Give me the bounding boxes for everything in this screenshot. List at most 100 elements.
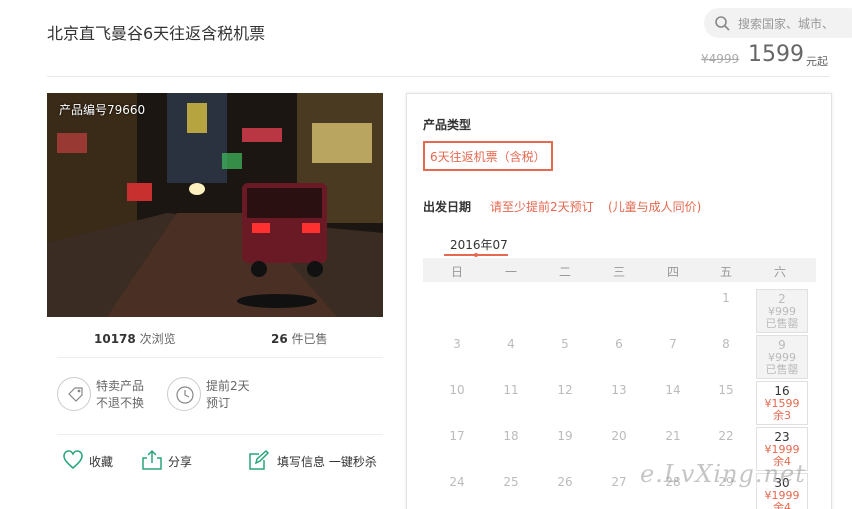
views-count: 10178	[94, 332, 136, 346]
current-price: 1599	[748, 42, 804, 67]
day-remark: 余4	[773, 501, 791, 509]
weekday-wed: 三	[612, 265, 625, 279]
product-type-option[interactable]: 6天往返机票（含税）	[423, 141, 553, 171]
calendar-day: 3	[431, 335, 483, 379]
calendar-day: 1	[700, 289, 752, 333]
feature-line: 提前2天	[206, 379, 250, 393]
day-number	[485, 289, 537, 291]
stats-row: 10178 次浏览 26 件已售	[47, 330, 383, 350]
day-number: 15	[718, 383, 734, 397]
day-number: 7	[669, 337, 677, 351]
day-number: 23	[774, 430, 790, 444]
calendar-day: 26	[539, 473, 591, 509]
weekday-mon: 一	[504, 265, 517, 279]
calendar-day: 8	[700, 335, 752, 379]
calendar-day: 4	[485, 335, 537, 379]
day-number: 25	[503, 475, 519, 489]
search-box[interactable]: 搜索国家、城市、	[704, 8, 852, 38]
calendar-day	[539, 289, 591, 333]
weekday-fri: 五	[719, 265, 732, 279]
calendar-day: 7	[647, 335, 699, 379]
day-number: 18	[503, 429, 519, 443]
day-number: 27	[611, 475, 627, 489]
day-number: 10	[449, 383, 465, 397]
day-remark: 已售罄	[765, 317, 799, 330]
calendar-day: 9 ¥999 已售罄	[756, 335, 808, 379]
day-number: 24	[449, 475, 465, 489]
calendar-day: 20	[593, 427, 645, 471]
calendar-day: 25	[485, 473, 537, 509]
weekday-sun: 日	[450, 265, 463, 279]
departure-date-label: 出发日期	[423, 200, 472, 214]
views-label: 次浏览	[139, 332, 176, 346]
calendar-day: 10	[431, 381, 483, 425]
calendar-day: 19	[539, 427, 591, 471]
day-number: 6	[615, 337, 623, 351]
search-input[interactable]: 搜索国家、城市、	[738, 15, 834, 32]
feature-line: 预订	[206, 396, 231, 410]
watermark: e.LvXing.net	[640, 460, 806, 488]
month-tab[interactable]: 2016年07	[450, 236, 508, 253]
child-price-note: (儿童与成人同价)	[608, 200, 702, 214]
day-number	[539, 289, 591, 291]
search-icon	[715, 16, 730, 31]
day-number: 13	[611, 383, 627, 397]
views-stat: 10178 次浏览	[94, 330, 176, 347]
tag-icon	[57, 377, 91, 411]
day-number: 8	[722, 337, 730, 351]
favorite-label: 收藏	[89, 455, 114, 469]
day-number: 22	[718, 429, 734, 443]
calendar-day: 18	[485, 427, 537, 471]
original-price: ¥4999	[701, 52, 740, 66]
calendar-day: 15	[700, 381, 752, 425]
weekday-header: 日 一 二 三 四 五 六	[423, 258, 816, 282]
calendar-day[interactable]: 16 ¥1599 余3	[756, 381, 808, 425]
day-number: 4	[507, 337, 515, 351]
booking-panel: 产品类型 6天往返机票（含税） 出发日期 请至少提前2天预订 (儿童与成人同价)…	[406, 93, 832, 509]
share-label: 分享	[168, 455, 193, 469]
day-number: 17	[449, 429, 465, 443]
day-number: 1	[722, 291, 730, 305]
day-number	[647, 289, 699, 291]
share-icon	[142, 449, 162, 470]
day-number: 19	[557, 429, 573, 443]
clock-icon	[167, 377, 201, 411]
calendar-day: 24	[431, 473, 483, 509]
page-title: 北京直飞曼谷6天往返含税机票	[47, 24, 266, 43]
calendar-day: 6	[593, 335, 645, 379]
day-number: 2	[778, 292, 786, 306]
day-remark: 余3	[773, 409, 791, 422]
day-number	[593, 289, 645, 291]
feature-line: 特卖产品	[96, 379, 145, 393]
day-number: 20	[611, 429, 627, 443]
feature-line: 不退不换	[96, 396, 145, 410]
calendar-day: 11	[485, 381, 537, 425]
day-number: 12	[557, 383, 573, 397]
day-number: 21	[665, 429, 681, 443]
sold-count: 26	[271, 332, 288, 346]
product-type-label: 产品类型	[423, 118, 472, 132]
weekday-thu: 四	[666, 265, 679, 279]
day-number: 26	[557, 475, 573, 489]
calendar-day: 13	[593, 381, 645, 425]
edit-icon	[249, 449, 270, 470]
calendar-day	[647, 289, 699, 333]
weekday-tue: 二	[558, 265, 571, 279]
calendar-day	[593, 289, 645, 333]
fill-info-label: 填写信息 一键秒杀	[277, 455, 377, 469]
day-number: 16	[774, 384, 790, 398]
calendar-day: 27	[593, 473, 645, 509]
sold-label: 件已售	[291, 332, 328, 346]
divider	[47, 76, 830, 77]
calendar-day: 17	[431, 427, 483, 471]
product-photo: 产品编号79660	[47, 93, 383, 317]
day-remark: 已售罄	[765, 363, 799, 376]
day-number: 11	[503, 383, 519, 397]
heart-icon	[63, 450, 83, 469]
day-number	[431, 289, 483, 291]
calendar-day: 5	[539, 335, 591, 379]
day-number: 3	[453, 337, 461, 351]
product-code: 产品编号79660	[59, 103, 146, 117]
calendar-day: 14	[647, 381, 699, 425]
divider	[57, 357, 383, 358]
